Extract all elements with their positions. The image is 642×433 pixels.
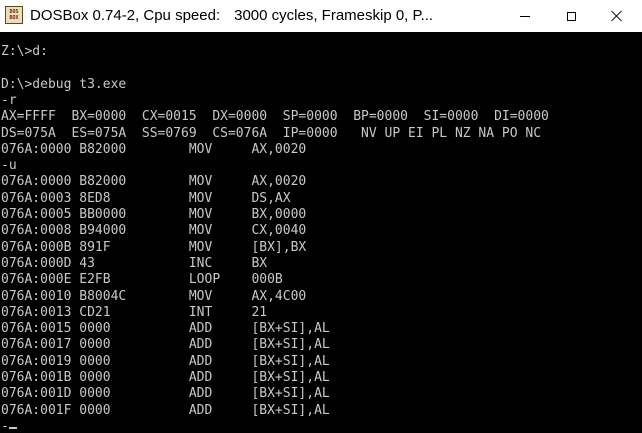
title-bar[interactable]: DOS BOX DOSBox 0.74-2, Cpu speed: 3000 cy… [0, 0, 642, 32]
console-line: Z:\>d: [1, 44, 48, 59]
console-line: 076A:001B 0000 ADD [BX+SI],AL [1, 370, 330, 385]
dosbox-app-icon[interactable]: DOS BOX [5, 6, 23, 24]
console-line: 076A:000D 43 INC BX [1, 255, 268, 271]
console-line: 076A:0015 0000 ADD [BX+SI],AL [1, 321, 330, 337]
text-cursor [9, 427, 17, 429]
console-line: -u [1, 158, 17, 174]
console-line: 076A:000B 891F MOV [BX],BX [1, 239, 307, 255]
maximize-button[interactable] [548, 0, 594, 32]
maximize-icon [566, 11, 576, 21]
title-app-speed: DOSBox 0.74-2, Cpu speed: [30, 7, 221, 24]
console-line: 076A:0003 8ED8 MOV DS,AX [1, 190, 291, 206]
dos-console-screen[interactable]: Z:\>d: D:\>debug t3.exe -r AX=FFFF BX=0000 … [0, 32, 642, 433]
close-button[interactable] [594, 0, 640, 32]
console-line: 076A:001F 0000 ADD [BX+SI],AL [1, 402, 330, 418]
console-line: 076A:0005 BB0000 MOV BX,0000 [1, 207, 307, 222]
minimize-button[interactable] [502, 0, 548, 32]
console-line: DS=075A ES=075A SS=0769 CS=076A IP=0000 … [1, 125, 542, 141]
console-line: 076A:0019 0000 ADD [BX+SI],AL [1, 353, 330, 369]
console-line: AX=FFFF BX=0000 CX=0015 DX=0000 SP=0000 … [1, 109, 549, 125]
console-line: -r [1, 92, 17, 108]
console-line: 076A:0013 CD21 INT 21 [1, 304, 268, 320]
title-cycles: 3000 cycles, Frameskip 0, P... [234, 7, 434, 24]
window-title: DOSBox 0.74-2, Cpu speed: 3000 cycles, Fr… [30, 7, 433, 24]
console-line: 076A:0017 0000 ADD [BX+SI],AL [1, 337, 330, 353]
close-icon [611, 10, 623, 22]
icon-text-bottom: BOX [9, 15, 19, 21]
dosbox-window: DOS BOX DOSBox 0.74-2, Cpu speed: 3000 cy… [0, 0, 642, 433]
minimize-icon [520, 15, 530, 17]
console-line: 076A:0008 B94000 MOV CX,0040 [1, 223, 307, 239]
console-line: 076A:0000 B82000 MOV AX,0020 [1, 141, 307, 157]
console-line: D:\>debug t3.exe [1, 76, 127, 92]
console-line: 076A:0010 B8004C MOV AX,4C00 [1, 288, 307, 304]
console-line: 076A:001D 0000 ADD [BX+SI],AL [1, 386, 330, 402]
console-line: - [1, 418, 9, 433]
console-line: 076A:000E E2FB LOOP 000B [1, 272, 283, 288]
console-line: 076A:0000 B82000 MOV AX,0020 [1, 174, 307, 190]
